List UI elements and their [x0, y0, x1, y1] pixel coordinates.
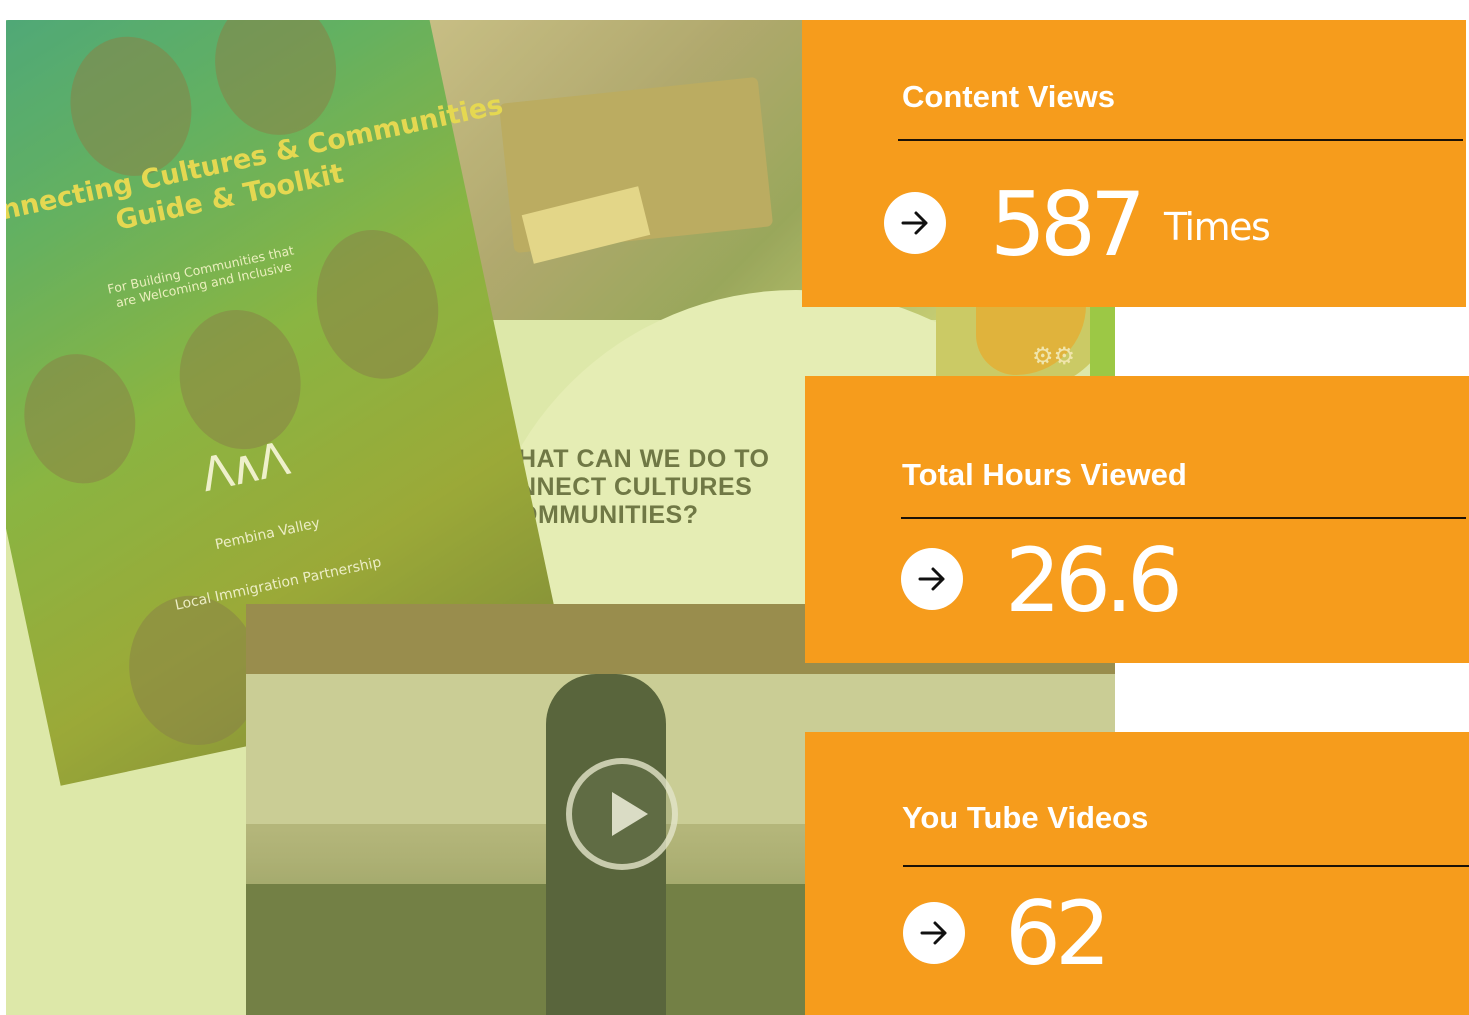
slide-heading: HAT CAN WE DO TO NNECT CULTURES OMMUNITI…: [518, 445, 770, 529]
arrow-right-icon[interactable]: [901, 548, 963, 610]
stat-label: Total Hours Viewed: [902, 457, 1187, 492]
partnership-name-line: Pembina Valley: [213, 515, 322, 554]
portrait-photo: [303, 218, 452, 391]
play-icon[interactable]: [566, 758, 678, 870]
stat-card-youtube-videos: You Tube Videos 62: [805, 732, 1469, 1015]
wheel-segment-green: [1090, 300, 1115, 380]
stats-section: HAT CAN WE DO TO NNECT CULTURES OMMUNITI…: [0, 0, 1469, 1015]
stat-card-total-hours: Total Hours Viewed 26.6: [805, 376, 1469, 663]
stat-value: 587: [990, 173, 1146, 276]
stat-label: You Tube Videos: [902, 800, 1149, 835]
stat-card-content-views: Content Views 587 Times: [802, 20, 1466, 307]
gears-icon: ⚙⚙: [1032, 343, 1076, 370]
stat-divider: [901, 517, 1466, 519]
stat-divider: [898, 139, 1463, 141]
arrow-right-icon[interactable]: [884, 192, 946, 254]
stat-unit: Times: [1164, 205, 1271, 249]
stat-divider: [903, 865, 1469, 867]
stat-value: 62: [1005, 882, 1111, 985]
arrow-right-icon[interactable]: [903, 902, 965, 964]
play-triangle: [612, 792, 648, 836]
portrait-photo: [12, 343, 148, 494]
portrait-photo: [166, 298, 314, 461]
stat-value: 26.6: [1005, 529, 1183, 632]
stat-label: Content Views: [902, 79, 1116, 114]
